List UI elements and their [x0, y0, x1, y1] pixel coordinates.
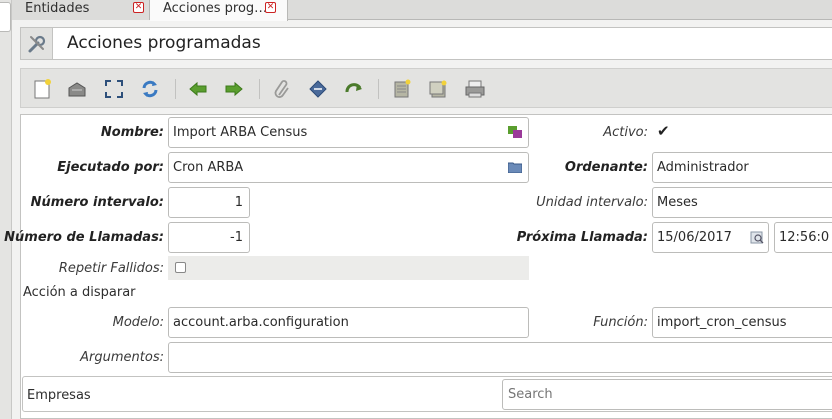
- toolbar-separator: [259, 79, 260, 99]
- toolbar-separator: [175, 79, 176, 99]
- repetir-fallidos-label: Repetir Fallidos:: [58, 261, 164, 276]
- proxima-llamada-time-value: 12:56:0: [779, 230, 830, 245]
- unidad-intervalo-value: Meses: [657, 195, 698, 210]
- ordenante-field[interactable]: Administrador: [652, 152, 832, 183]
- modelo-value: account.arba.configuration: [173, 315, 349, 330]
- empresas-label: Empresas: [27, 388, 91, 403]
- copy-icon[interactable]: [391, 78, 413, 100]
- funcion-label: Función:: [593, 315, 648, 330]
- num-intervalo-value: 1: [234, 195, 243, 210]
- tab-label: Acciones prog…: [163, 1, 268, 16]
- unidad-intervalo-label: Unidad intervalo:: [536, 195, 648, 210]
- print-icon[interactable]: [307, 78, 329, 100]
- new-record-icon[interactable]: [31, 78, 53, 100]
- nombre-value: Import ARBA Census: [173, 125, 308, 140]
- calendar-icon[interactable]: [750, 231, 764, 244]
- nombre-field[interactable]: Import ARBA Census: [168, 117, 529, 148]
- argumentos-field[interactable]: [168, 342, 832, 373]
- ordenante-label: Ordenante:: [564, 160, 648, 175]
- empresas-search-input[interactable]: [502, 379, 832, 410]
- toolbar: [20, 68, 832, 108]
- tab-entidades[interactable]: Entidades ✕: [12, 0, 150, 20]
- proxima-llamada-time[interactable]: 12:56:0: [774, 222, 832, 253]
- repetir-fallidos-row: [168, 256, 529, 280]
- num-intervalo-field[interactable]: 1: [168, 187, 250, 218]
- repetir-fallidos-checkbox[interactable]: [175, 262, 186, 273]
- modelo-field[interactable]: account.arba.configuration: [168, 307, 529, 338]
- toolbar-separator: [378, 79, 379, 99]
- unidad-intervalo-select[interactable]: Meses: [652, 187, 832, 218]
- left-gutter: [0, 0, 12, 419]
- refresh-icon[interactable]: [139, 78, 161, 100]
- side-panel-handle[interactable]: [0, 2, 11, 32]
- translate-icon[interactable]: [508, 126, 522, 138]
- attachment-icon[interactable]: [271, 78, 293, 100]
- argumentos-label: Argumentos:: [80, 350, 164, 365]
- ordenante-value: Administrador: [657, 160, 749, 175]
- close-icon[interactable]: ✕: [265, 2, 276, 13]
- previous-icon[interactable]: [187, 78, 209, 100]
- next-icon[interactable]: [223, 78, 245, 100]
- proxima-llamada-label: Próxima Llamada:: [516, 230, 648, 245]
- folder-icon[interactable]: [507, 161, 523, 174]
- navigate-icon[interactable]: [343, 78, 365, 100]
- tab-acciones-programadas[interactable]: Acciones prog… ✕: [150, 0, 288, 21]
- close-icon[interactable]: ✕: [133, 2, 144, 13]
- save-icon[interactable]: [66, 78, 88, 100]
- tools-icon: [21, 28, 53, 59]
- printer-icon[interactable]: [464, 78, 486, 100]
- num-llamadas-label: Número de Llamadas:: [4, 230, 164, 245]
- nombre-label: Nombre:: [100, 125, 164, 140]
- page-title: Acciones programadas: [67, 33, 261, 53]
- modelo-label: Modelo:: [112, 315, 164, 330]
- activo-checkbox[interactable]: ✔: [657, 122, 670, 140]
- num-llamadas-field[interactable]: -1: [168, 222, 250, 253]
- activo-label: Activo:: [603, 125, 648, 140]
- ejecutado-value: Cron ARBA: [173, 160, 244, 175]
- funcion-value: import_cron_census: [657, 315, 787, 330]
- proxima-llamada-date-value: 15/06/2017: [657, 230, 732, 245]
- paste-icon[interactable]: [427, 78, 449, 100]
- accion-section-label: Acción a disparar: [23, 285, 136, 300]
- num-llamadas-value: -1: [230, 230, 243, 245]
- ejecutado-field[interactable]: Cron ARBA: [168, 152, 529, 183]
- funcion-field[interactable]: import_cron_census: [652, 307, 832, 338]
- tab-label: Entidades: [25, 1, 90, 16]
- ejecutado-label: Ejecutado por:: [57, 160, 164, 175]
- fullscreen-icon[interactable]: [103, 78, 125, 100]
- num-intervalo-label: Número intervalo:: [30, 195, 164, 210]
